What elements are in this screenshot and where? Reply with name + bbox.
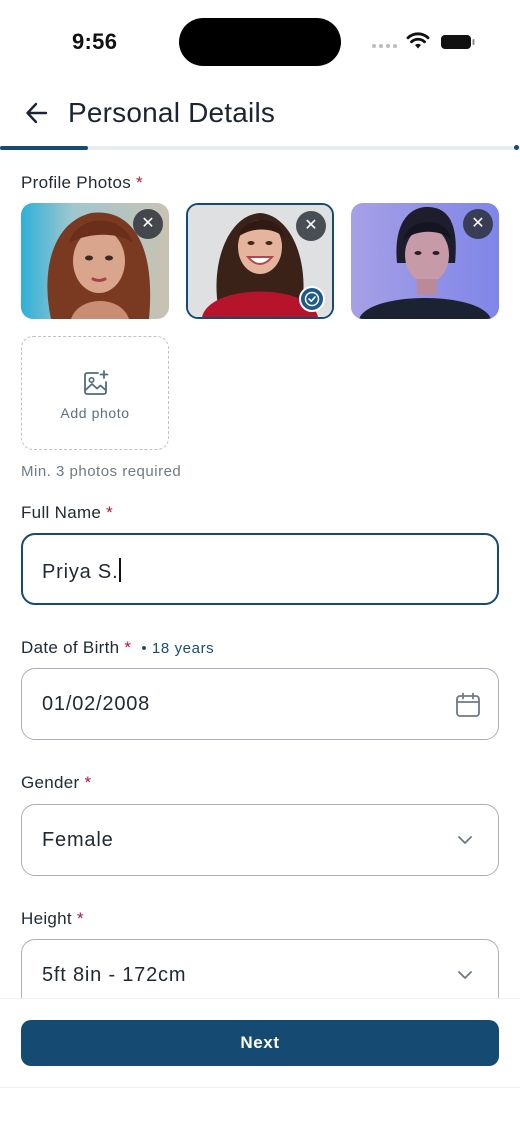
dob-input[interactable]: 01/02/2008 bbox=[21, 668, 499, 740]
full-name-value-text: Priya S. bbox=[42, 561, 119, 583]
required-mark: * bbox=[136, 173, 143, 192]
status-bar: 9:56 bbox=[0, 0, 520, 86]
app-header: Personal Details bbox=[0, 90, 520, 140]
profile-photos-label-text: Profile Photos bbox=[21, 173, 132, 192]
calendar-icon[interactable] bbox=[454, 691, 482, 719]
gender-select[interactable]: Female bbox=[21, 804, 499, 876]
add-photo-label: Add photo bbox=[60, 405, 130, 421]
gender-label: Gender * bbox=[21, 773, 91, 793]
profile-photo-1[interactable]: ✕ bbox=[21, 203, 169, 319]
chevron-down-icon bbox=[458, 971, 472, 979]
full-name-label-text: Full Name bbox=[21, 503, 102, 522]
progress-end-dot bbox=[514, 145, 519, 150]
required-mark: * bbox=[84, 773, 92, 792]
remove-photo-2-button[interactable]: ✕ bbox=[296, 211, 326, 241]
progress-bar bbox=[0, 145, 520, 150]
required-mark: * bbox=[76, 909, 84, 928]
add-image-icon bbox=[84, 370, 109, 395]
gender-label-text: Gender bbox=[21, 773, 80, 792]
remove-photo-1-button[interactable]: ✕ bbox=[133, 209, 163, 239]
remove-photo-3-button[interactable]: ✕ bbox=[463, 209, 493, 239]
age-badge: • 18 years bbox=[141, 640, 215, 657]
text-caret bbox=[119, 558, 121, 582]
required-mark: * bbox=[106, 503, 114, 522]
height-value: 5ft 8in - 172cm bbox=[42, 964, 187, 986]
chevron-down-icon bbox=[458, 836, 472, 844]
full-name-label: Full Name * bbox=[21, 503, 113, 523]
height-label-text: Height bbox=[21, 909, 72, 928]
status-time: 9:56 bbox=[72, 29, 118, 54]
bottom-action-bar: Next bbox=[0, 998, 520, 1088]
back-arrow-icon[interactable] bbox=[24, 100, 50, 126]
wifi-icon bbox=[406, 32, 430, 49]
dob-label-text: Date of Birth bbox=[21, 638, 120, 657]
required-mark: * bbox=[124, 638, 132, 657]
full-name-value: Priya S. bbox=[42, 558, 121, 584]
page-title: Personal Details bbox=[68, 97, 276, 128]
dynamic-island bbox=[179, 18, 341, 66]
gender-value: Female bbox=[42, 829, 114, 851]
profile-photos-label: Profile Photos * bbox=[21, 173, 143, 193]
height-label: Height * bbox=[21, 909, 84, 929]
full-name-input[interactable]: Priya S. bbox=[21, 533, 499, 605]
photos-hint: Min. 3 photos required bbox=[21, 463, 182, 480]
profile-photo-3[interactable]: ✕ bbox=[351, 203, 499, 319]
primary-photo-check-icon bbox=[299, 286, 325, 312]
dob-label: Date of Birth * • 18 years bbox=[21, 638, 214, 658]
dob-value: 01/02/2008 bbox=[42, 693, 151, 715]
profile-photo-2[interactable]: ✕ bbox=[186, 203, 334, 319]
next-button[interactable]: Next bbox=[21, 1020, 499, 1066]
signal-dots-icon bbox=[372, 44, 397, 48]
progress-fill bbox=[0, 146, 89, 150]
battery-icon bbox=[441, 35, 475, 49]
add-photo-button[interactable]: Add photo bbox=[21, 336, 169, 450]
